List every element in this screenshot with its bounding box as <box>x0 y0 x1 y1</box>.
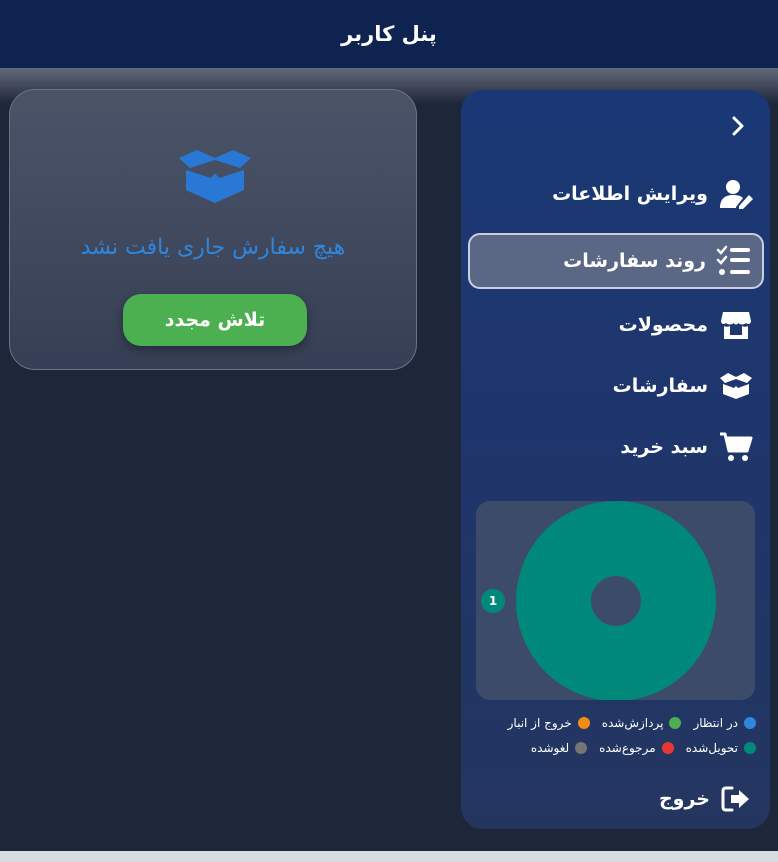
box-open-icon <box>718 368 754 404</box>
legend-item[interactable]: لغوشده <box>530 740 588 755</box>
checklist-icon <box>716 243 752 279</box>
pie-slice[interactable] <box>516 501 716 701</box>
legend-swatch <box>669 716 682 729</box>
sidebar-item-label: ویرایش اطلاعات <box>552 183 708 205</box>
legend-label: پردازش‌شده <box>601 715 664 730</box>
sidebar-item-cart[interactable]: سبد خرید <box>468 419 764 475</box>
legend-label: خروج از انبار <box>507 715 572 730</box>
sidebar-item-label: سبد خرید <box>620 436 708 458</box>
legend-label: در انتظار <box>693 715 738 730</box>
sidebar-item-label: سفارشات <box>612 375 708 397</box>
legend-item[interactable]: تحویل‌شده <box>686 741 756 755</box>
legend-label: تحویل‌شده <box>685 740 738 755</box>
sidebar-item-label: محصولات <box>618 314 708 336</box>
bottom-edge <box>0 851 778 862</box>
legend-swatch <box>661 741 674 754</box>
cart-icon <box>718 429 754 465</box>
legend-item[interactable]: مرجوع‌شده <box>599 740 674 755</box>
empty-state-message: هیچ سفارش جاری یافت نشد <box>80 235 346 260</box>
chevron-right-icon <box>732 116 744 136</box>
box-open-icon <box>179 150 251 203</box>
sign-out-icon <box>718 781 754 817</box>
app-header: پنل کاربر <box>0 0 778 68</box>
store-icon <box>718 307 754 343</box>
legend-label: مرجوع‌شده <box>599 740 656 755</box>
legend-swatch <box>744 741 756 754</box>
legend-item[interactable]: خروج از انبار <box>508 716 590 730</box>
sidebar-collapse-button[interactable] <box>728 112 748 140</box>
legend-row: در انتظار پردازش‌شده خروج از انبار <box>461 710 770 735</box>
page-title: پنل کاربر <box>341 22 437 46</box>
logout-label: خروج <box>658 788 710 810</box>
sidebar-item-label: روند سفارشات <box>563 250 706 272</box>
legend-swatch <box>575 741 588 754</box>
user-edit-icon <box>718 176 754 212</box>
order-status-chart: 1 <box>476 501 755 701</box>
retry-button[interactable]: تلاش مجدد <box>123 294 307 346</box>
legend-swatch <box>577 716 590 729</box>
legend-row: تحویل‌شده مرجوع‌شده لغوشده <box>461 735 770 760</box>
legend-label: لغوشده <box>530 740 570 755</box>
sidebar: ویرایش اطلاعات روند سفارشات محصولات سفار… <box>461 90 770 829</box>
sidebar-item-orders[interactable]: سفارشات <box>468 358 764 414</box>
sidebar-item-products[interactable]: محصولات <box>468 297 764 353</box>
logout-button[interactable]: خروج <box>659 784 754 814</box>
legend-item[interactable]: در انتظار <box>693 716 756 730</box>
empty-orders-card: هیچ سفارش جاری یافت نشد تلاش مجدد <box>9 89 417 370</box>
data-label: 1 <box>489 594 497 608</box>
chart-legend: در انتظار پردازش‌شده خروج از انبار تحویل‌شد… <box>461 710 770 760</box>
sidebar-item-order-progress[interactable]: روند سفارشات <box>468 233 764 289</box>
legend-swatch <box>744 716 756 729</box>
sidebar-item-edit-profile[interactable]: ویرایش اطلاعات <box>468 166 764 222</box>
donut-chart: 1 <box>481 501 716 701</box>
legend-item[interactable]: پردازش‌شده <box>602 716 682 730</box>
